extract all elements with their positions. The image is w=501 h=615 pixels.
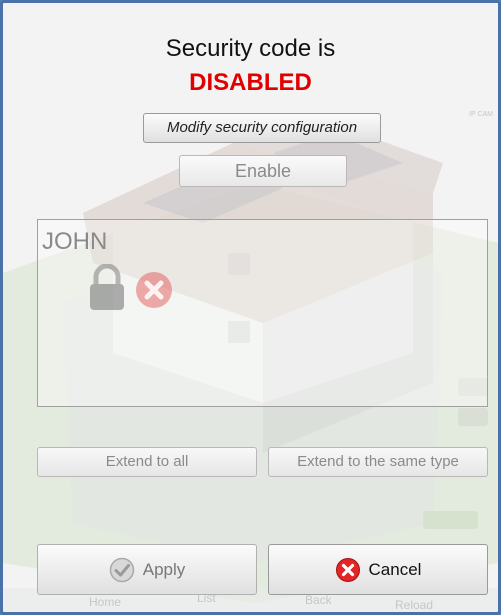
lock-icon: [90, 264, 124, 310]
modify-security-button[interactable]: Modify security configuration: [143, 113, 381, 143]
extend-to-all-button[interactable]: Extend to all: [37, 447, 257, 477]
cancel-button[interactable]: Cancel: [268, 544, 488, 595]
bg-ipcam-label: IP CAM: [469, 111, 493, 118]
dialog-window: IP CAM Home List Back Reload Security co…: [0, 0, 501, 615]
x-circle-icon: [335, 557, 360, 582]
cancel-label: Cancel: [368, 560, 422, 579]
extend-same-type-button[interactable]: Extend to the same type: [268, 447, 488, 477]
user-panel: JOHN: [37, 219, 488, 407]
dialog-title: Security code is: [165, 35, 336, 62]
security-status: DISABLED: [189, 69, 312, 96]
user-name: JOHN: [42, 228, 108, 255]
check-circle-icon: [109, 557, 134, 582]
apply-label: Apply: [142, 560, 186, 579]
bg-nav-home: Home: [89, 595, 122, 609]
x-circle-icon: [136, 272, 172, 308]
bg-nav-reload: Reload: [395, 598, 434, 612]
bg-nav-back: Back: [305, 593, 332, 607]
enable-button[interactable]: Enable: [179, 155, 347, 187]
apply-button[interactable]: Apply: [37, 544, 257, 595]
